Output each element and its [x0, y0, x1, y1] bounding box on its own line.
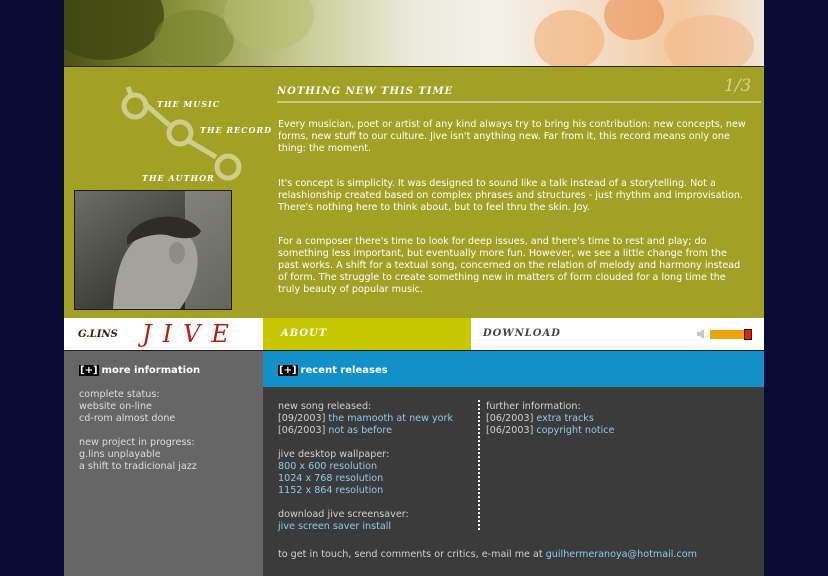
contact-text: to get in touch, send comments or critic…: [278, 549, 543, 560]
more-info-heading: [+] more information: [79, 365, 200, 376]
list-item: [09/2003] the mamooth at new york: [278, 413, 453, 425]
wallpaper-link[interactable]: 1152 x 864 resolution: [278, 485, 383, 497]
status-line: cd-rom almost done: [79, 413, 176, 424]
column-divider: [478, 400, 480, 530]
further-info-heading: further information:: [486, 401, 581, 412]
author-photo: [74, 190, 232, 310]
tab-about[interactable]: ABOUT: [263, 318, 471, 350]
logo-jive: JIVE: [142, 320, 240, 348]
release-date: [06/2003]: [486, 425, 534, 436]
more-info-panel: [+] more information complete status: web…: [64, 351, 263, 576]
screensaver-heading: download jive screensaver:: [278, 509, 409, 520]
email-link[interactable]: guilhermeranoya@hotmail.com: [546, 549, 697, 560]
contact-line: to get in touch, send comments or critic…: [278, 549, 697, 561]
title-divider: [277, 101, 761, 103]
list-item: [06/2003] not as before: [278, 425, 392, 437]
release-date: [06/2003]: [278, 425, 326, 436]
release-date: [06/2003]: [486, 413, 534, 424]
header-artwork: [64, 0, 764, 66]
page-counter: 1/3: [724, 76, 752, 96]
status-line: complete status:: [79, 389, 160, 400]
nav-the-author[interactable]: THE AUTHOR: [142, 173, 215, 183]
article-paragraph: For a composer there's time to look for …: [278, 236, 741, 295]
list-item: [06/2003] copyright notice: [486, 425, 614, 437]
recent-releases-toggle[interactable]: [+]: [278, 365, 298, 376]
article-title: NOTHING NEW THIS TIME: [277, 86, 454, 97]
speaker-icon[interactable]: [696, 328, 708, 340]
nav-the-music[interactable]: THE MUSIC: [157, 99, 220, 109]
song-heading: new song released:: [278, 401, 372, 412]
about-panel: THE MUSIC THE RECORD THE AUTHOR NOTHING …: [64, 66, 764, 319]
volume-slider-knob[interactable]: [744, 329, 752, 340]
wallpaper-link[interactable]: 800 x 600 resolution: [278, 461, 377, 473]
article-paragraph: It's concept is simplicity. It was desig…: [278, 178, 743, 213]
recent-releases-heading: [+] recent releases: [278, 365, 388, 376]
release-date: [09/2003]: [278, 413, 326, 424]
tab-bar: G.LINS JIVE ABOUT DOWNLOAD: [64, 318, 764, 351]
screensaver-link[interactable]: jive screen saver install: [278, 521, 391, 533]
volume-slider[interactable]: [710, 329, 752, 340]
status-line: website on-line: [79, 401, 152, 412]
status-line: a shift to tradicional jazz: [79, 461, 197, 472]
song-link[interactable]: not as before: [328, 425, 392, 436]
more-info-title: more information: [101, 365, 201, 376]
recent-releases-title: recent releases: [300, 365, 388, 376]
more-info-toggle[interactable]: [+]: [79, 365, 99, 376]
recent-releases-panel: new song released: [09/2003] the mamooth…: [263, 387, 764, 576]
article-paragraph: Every musician, poet or artist of any ki…: [278, 119, 746, 154]
tab-download[interactable]: DOWNLOAD: [471, 318, 681, 350]
song-link[interactable]: the mamooth at new york: [328, 413, 453, 424]
status-line: new project in progress:: [79, 437, 195, 448]
tab-about-label: ABOUT: [281, 328, 328, 339]
wallpaper-link[interactable]: 1024 x 768 resolution: [278, 473, 383, 485]
recent-releases-header: [+] recent releases: [263, 351, 764, 387]
logo-glins: G.LINS: [78, 329, 118, 340]
list-item: [06/2003] extra tracks: [486, 413, 594, 425]
tab-download-label: DOWNLOAD: [483, 328, 561, 339]
nav-the-record[interactable]: THE RECORD: [200, 125, 272, 135]
wallpaper-heading: jive desktop wallpaper:: [278, 449, 390, 460]
status-line: g.lins unplayable: [79, 449, 161, 460]
further-link[interactable]: copyright notice: [536, 425, 614, 436]
further-link[interactable]: extra tracks: [536, 413, 593, 424]
page: THE MUSIC THE RECORD THE AUTHOR NOTHING …: [64, 0, 764, 576]
